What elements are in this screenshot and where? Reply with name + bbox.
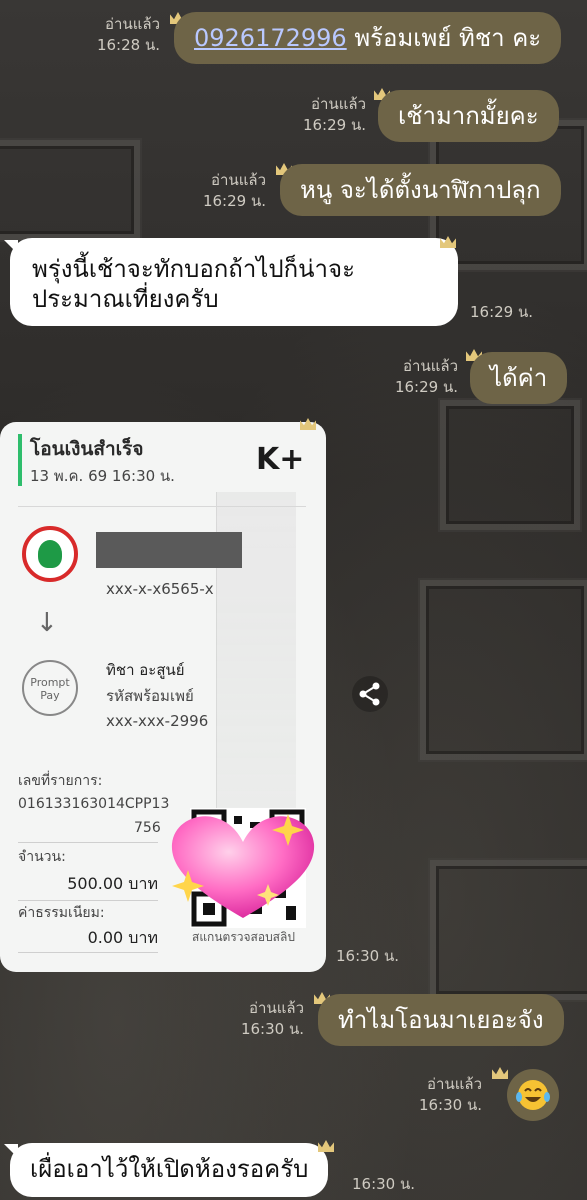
kbank-logo-icon	[22, 526, 78, 582]
kplus-logo-text: K+	[256, 442, 305, 477]
transfer-slip-image[interactable]: โอนเงินสำเร็จ 13 พ.ค. 69 16:30 น. K+ xxx…	[0, 422, 326, 972]
message-meta: อ่านแล้ว 16:30 น.	[200, 998, 304, 1040]
read-status: อ่านแล้ว	[105, 15, 160, 33]
promptpay-logo-icon: Prompt Pay	[22, 660, 78, 716]
read-status: อ่านแล้ว	[427, 1075, 482, 1093]
laughing-crying-emoji-icon	[516, 1080, 550, 1110]
laughing-crying-emoji-message[interactable]	[507, 1069, 559, 1121]
message-time: 16:28 น.	[96, 36, 160, 54]
background-frame	[0, 140, 140, 240]
recipient-account: xxx-xxx-2996	[106, 712, 209, 730]
message-time: 16:29 น.	[202, 192, 266, 210]
phone-link[interactable]: 0926172996	[194, 24, 347, 52]
sender-account: xxx-x-x6565-x	[106, 580, 214, 598]
slip-divider	[18, 506, 306, 507]
background-frame	[430, 860, 587, 1000]
message-bubble-outgoing[interactable]: ทำไมโอนมาเยอะจัง	[318, 994, 564, 1046]
message-time: 16:29 น.	[394, 378, 458, 396]
share-icon[interactable]	[352, 676, 388, 712]
message-text: เผื่อเอาไว้ให้เปิดห้องรอครับ	[30, 1155, 309, 1183]
message-bubble-incoming[interactable]: พรุ่งนี้เช้าจะทักบอกถ้าไปก็น่าจะ ประมาณเ…	[10, 238, 458, 326]
message-time: 16:29 น.	[470, 303, 534, 321]
message-time: 16:30 น.	[418, 1096, 482, 1114]
qr-caption: สแกนตรวจสอบสลิป	[192, 930, 295, 944]
message-bubble-outgoing[interactable]: เช้ามากมั้ยคะ	[378, 90, 559, 142]
read-status: อ่านแล้ว	[403, 357, 458, 375]
message-meta: อ่านแล้ว 16:28 น.	[60, 14, 160, 56]
message-text: พรุ่งนี้เช้าจะทักบอกถ้าไปก็น่าจะ	[32, 255, 355, 283]
reference-number-continued: 756	[134, 820, 161, 836]
recipient-label: รหัสพร้อมเพย์	[106, 687, 194, 705]
fee-value: 0.00 บาท	[87, 928, 158, 947]
message-meta: อ่านแล้ว 16:29 น.	[260, 94, 366, 136]
message-meta: อ่านแล้ว 16:29 น.	[360, 356, 458, 398]
background-frame	[420, 580, 587, 760]
message-text: เช้ามากมั้ยคะ	[398, 102, 539, 130]
read-status: อ่านแล้ว	[249, 999, 304, 1017]
message-text: ได้ค่า	[490, 364, 548, 392]
message-meta: อ่านแล้ว 16:29 น.	[160, 170, 266, 212]
message-bubble-outgoing[interactable]: ได้ค่า	[470, 352, 568, 404]
amount-label: จำนวน:	[18, 849, 66, 865]
message-text: หนู จะได้ตั้งนาฬิกาปลุก	[300, 176, 541, 204]
promptpay-logo-text: Prompt Pay	[30, 676, 70, 702]
amount-value: 500.00 บาท	[67, 874, 158, 893]
read-status: อ่านแล้ว	[211, 171, 266, 189]
slip-accent-bar	[18, 434, 22, 486]
message-time: 16:30 น.	[352, 1175, 416, 1193]
recipient-name: ทิชา อะสูนย์	[106, 661, 185, 679]
message-meta: อ่านแล้ว 16:30 น.	[380, 1074, 482, 1116]
fee-label: ค่าธรรมเนียม:	[18, 905, 105, 921]
message-text: ทำไมโอนมาเยอะจัง	[338, 1006, 544, 1034]
slip-divider	[18, 900, 158, 901]
message-time: 16:29 น.	[302, 116, 366, 134]
reference-label: เลขที่รายการ:	[18, 773, 103, 789]
slip-title: โอนเงินสำเร็จ	[30, 438, 144, 460]
slip-divider	[18, 842, 158, 843]
message-text: ประมาณเที่ยงครับ	[32, 285, 219, 313]
slip-divider	[18, 952, 158, 953]
message-text: พร้อมเพย์ ทิชา คะ	[346, 24, 542, 52]
kplus-logo: K+	[256, 442, 304, 477]
message-bubble-outgoing[interactable]: หนู จะได้ตั้งนาฬิกาปลุก	[280, 164, 561, 216]
sparkling-heart-icon	[171, 814, 315, 918]
slip-date: 13 พ.ค. 69 16:30 น.	[30, 467, 175, 485]
message-bubble-outgoing[interactable]: 0926172996 พร้อมเพย์ ทิชา คะ	[174, 12, 562, 64]
read-status: อ่านแล้ว	[311, 95, 366, 113]
message-time: 16:30 น.	[336, 947, 400, 965]
arrow-down-icon: ↓	[36, 608, 58, 638]
reference-number: 016133163014CPP13	[18, 796, 170, 812]
message-bubble-incoming[interactable]: เผื่อเอาไว้ให้เปิดห้องรอครับ	[10, 1143, 329, 1197]
background-frame	[440, 400, 580, 530]
message-time: 16:30 น.	[240, 1020, 304, 1038]
redacted-sender-name	[96, 532, 242, 568]
